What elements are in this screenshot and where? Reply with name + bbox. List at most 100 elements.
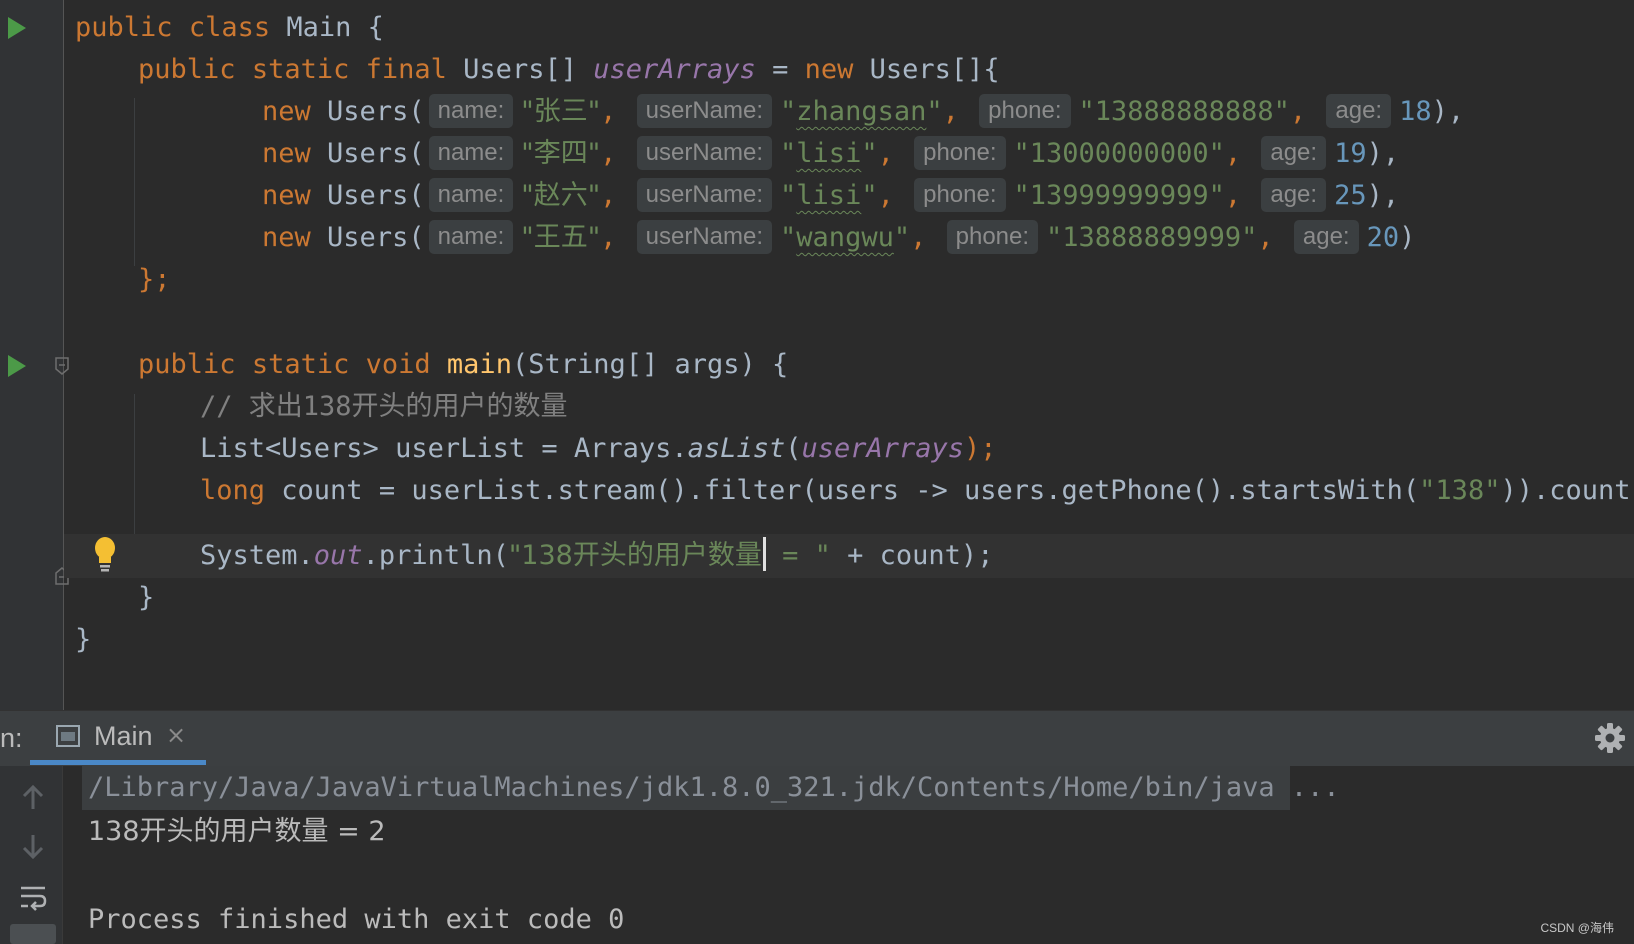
tab-title: Main — [94, 721, 153, 751]
scroll-to-end-button[interactable] — [10, 924, 56, 944]
code-line-user-1: new Users(name: "张三", userName: "zhangsan"… — [262, 94, 1465, 128]
string-literal: zhangsan — [796, 96, 927, 127]
keyword: static — [251, 54, 350, 85]
method-name: main — [446, 349, 512, 380]
static-field: out — [313, 540, 363, 571]
keyword: final — [365, 54, 447, 85]
code-line-comment: // 求出138开头的用户的数量 — [200, 391, 568, 422]
field-name: userArrays — [801, 433, 965, 464]
string-literal: wangwu — [796, 222, 894, 253]
run-class-icon[interactable] — [8, 17, 26, 39]
static-method: asList — [687, 433, 786, 464]
console-exit-line: Process finished with exit code 0 — [88, 904, 625, 935]
gear-icon[interactable] — [1594, 722, 1626, 754]
keyword: static — [251, 349, 350, 380]
code-text: + count); — [830, 540, 994, 571]
string-literal: = " — [765, 540, 831, 571]
console-output[interactable]: /Library/Java/JavaVirtualMachines/jdk1.8… — [0, 766, 1634, 944]
parameter-hint: phone: — [914, 178, 1006, 212]
tab-active-indicator — [30, 760, 206, 765]
field-name: userArrays — [593, 54, 756, 85]
string-literal: "138" — [1419, 475, 1501, 506]
indent-guide — [134, 98, 135, 266]
string-literal: "13999999999" — [1013, 180, 1225, 211]
string-literal: lisi — [796, 138, 862, 169]
soft-wrap-icon[interactable] — [18, 882, 48, 912]
keyword: long — [200, 475, 266, 506]
code-text: ( — [785, 433, 802, 464]
watermark: CSDN @海伟 — [1540, 921, 1614, 935]
constructor-call: Users( — [327, 96, 425, 127]
string-literal: "13888888888" — [1078, 96, 1290, 127]
keyword: new — [262, 96, 311, 127]
keyword: new — [262, 180, 311, 211]
close-icon[interactable]: × — [166, 721, 186, 749]
code-line-user-3: new Users(name: "赵六", userName: "lisi", ph… — [262, 178, 1400, 212]
code-line-class-close: } — [75, 624, 92, 655]
parameter-hint: phone: — [946, 220, 1039, 254]
string-literal: "李四" — [521, 138, 601, 169]
constructor-call: Users( — [327, 180, 425, 211]
console-tab-icon — [56, 725, 80, 747]
fold-icon[interactable] — [55, 357, 69, 375]
constructor-call: Users( — [327, 222, 425, 253]
keyword: public — [138, 54, 236, 85]
parameter-hint: phone: — [979, 94, 1071, 128]
tab-main[interactable]: Main × — [30, 711, 206, 765]
punctuation: ), — [1366, 180, 1400, 211]
string-literal: "13888889999" — [1046, 222, 1258, 253]
parameter-hint: name: — [428, 94, 514, 128]
intention-bulb-icon[interactable] — [94, 536, 116, 574]
punctuation: ), — [1366, 138, 1400, 169]
code-line-user-4: new Users(name: "王五", userName: "wangwu", … — [262, 220, 1416, 254]
code-text: System. — [200, 540, 314, 571]
brace: { — [367, 12, 384, 43]
code-line-user-2: new Users(name: "李四", userName: "lisi", ph… — [262, 136, 1400, 170]
parameter-hint: age: — [1261, 136, 1327, 170]
number-literal: 19 — [1334, 138, 1367, 169]
code-editor[interactable]: public class Main { public static final … — [0, 0, 1634, 710]
string-literal: "张三" — [521, 96, 601, 127]
string-literal: "赵六" — [521, 180, 601, 211]
punctuation: ), — [1431, 96, 1465, 127]
gutter-divider — [63, 0, 64, 710]
class-name: Main — [286, 12, 352, 43]
code-text: )).count(); — [1500, 475, 1634, 506]
keyword: new — [262, 222, 311, 253]
console-toolbar — [0, 766, 63, 944]
keyword: new — [262, 138, 311, 169]
string-literal: "138开头的用户数量 — [508, 540, 762, 571]
parameter-hint: phone: — [914, 136, 1006, 170]
number-literal: 20 — [1366, 222, 1400, 253]
type-name: Users[]{ — [869, 54, 1000, 85]
run-main-icon[interactable] — [8, 355, 26, 377]
run-tool-window-header: n: Main × — [0, 710, 1634, 767]
parameter-hint: age: — [1293, 220, 1359, 254]
parameter-hint: userName: — [636, 178, 773, 212]
code-text: count = userList.stream().filter(users -… — [265, 475, 1420, 506]
string-literal: "13000000000" — [1013, 138, 1225, 169]
parameter-hint: name: — [428, 178, 514, 212]
keyword: public — [138, 349, 236, 380]
parameters: (String[] args) { — [511, 349, 789, 380]
number-literal: 25 — [1334, 180, 1367, 211]
run-label: n: — [0, 723, 23, 753]
punctuation: ); — [964, 433, 997, 464]
keyword: public — [75, 12, 173, 43]
arrow-up-icon[interactable] — [18, 782, 48, 812]
code-line-array-close: }; — [138, 264, 171, 295]
operator: = — [772, 54, 789, 85]
string-literal: lisi — [796, 180, 862, 211]
parameter-hint: userName: — [636, 136, 773, 170]
type-name: Users[] — [463, 54, 577, 85]
code-line-list: List<Users> userList = Arrays.asList(use… — [200, 427, 997, 471]
keyword: new — [804, 54, 854, 85]
keyword: void — [365, 349, 431, 380]
parameter-hint: userName: — [636, 94, 773, 128]
arrow-down-icon[interactable] — [18, 832, 48, 862]
number-literal: 18 — [1399, 96, 1432, 127]
console-command-line: /Library/Java/JavaVirtualMachines/jdk1.8… — [88, 772, 1340, 803]
constructor-call: Users( — [327, 138, 425, 169]
code-line-print: System.out.println("138开头的用户数量 = " + cou… — [200, 534, 993, 578]
console-output-line: 138开头的用户数量 = 2 — [88, 816, 386, 847]
